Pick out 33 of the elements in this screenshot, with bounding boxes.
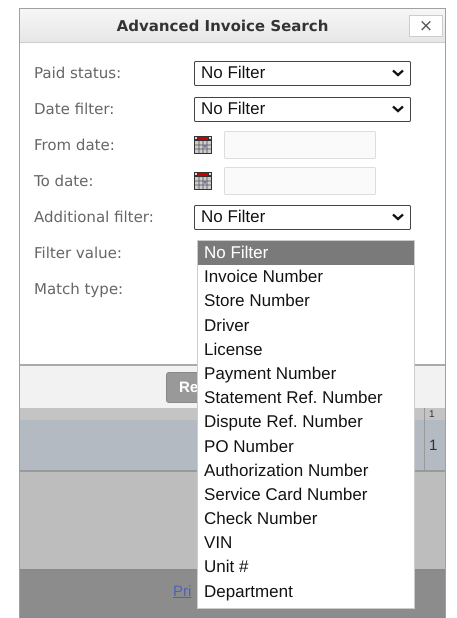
dropdown-option[interactable]: License [198,338,414,362]
field-label: To date: [33,172,94,190]
chevron-down-icon [392,105,404,113]
field-label: Match type: [33,280,124,298]
date-input[interactable] [224,131,376,159]
dropdown-option[interactable]: Unit # [198,555,414,580]
filter-select[interactable]: No Filter [194,96,411,122]
dropdown-option[interactable]: VIN [198,531,414,556]
field-label: Additional filter: [33,208,155,226]
dropdown-option[interactable]: No Filter [198,241,414,266]
dropdown-option[interactable]: Store Number [198,289,414,314]
dropdown-option[interactable]: Dispute Ref. Number [198,410,414,434]
dropdown-option[interactable]: Department [198,580,414,604]
date-input[interactable] [224,167,376,195]
filter-select[interactable]: No Filter [194,204,411,230]
calendar-icon[interactable] [194,172,212,190]
dialog-title: Advanced Invoice Search [116,16,328,34]
chevron-down-icon [392,213,404,221]
dropdown-option[interactable]: Check Number [198,507,414,532]
dropdown-option[interactable]: Driver [198,314,414,338]
chevron-down-icon [392,69,404,77]
table-cell: 1 [424,420,445,470]
filter-select[interactable]: No Filter [194,60,411,86]
field-label: Filter value: [33,244,123,262]
dropdown-option[interactable]: PO Number [198,434,414,459]
dropdown-option[interactable]: Authorization Number [198,458,414,483]
field-label: From date: [33,136,116,154]
dropdown-option[interactable]: Invoice Number [198,265,414,290]
field-label: Paid status: [33,64,122,82]
field-label: Date filter: [33,100,116,118]
dropdown-option[interactable]: Service Card Number [198,482,414,508]
close-button[interactable]: × [409,15,443,37]
calendar-icon[interactable] [194,136,212,154]
